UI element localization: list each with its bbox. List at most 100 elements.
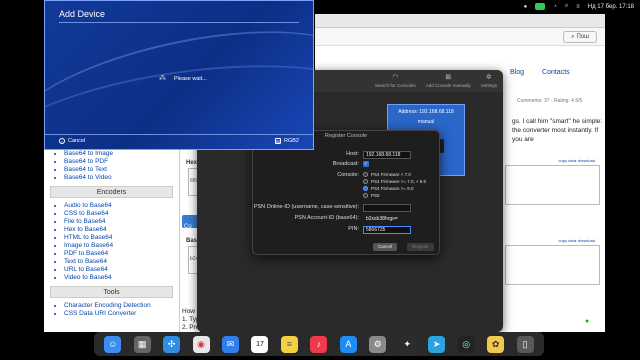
desktop: ● ◔ ⌕ ≡ Нд 17 бер. 17:18 ⌕ Пoш Blog Cont… [0, 0, 640, 360]
psn-account-label: PSN Account-ID (base64): [294, 215, 359, 221]
trash-icon[interactable]: ▯ [516, 335, 534, 353]
circle-button-icon: ○ [59, 138, 65, 144]
cancel-action[interactable]: ○ Cancel [59, 138, 85, 144]
firmware-radio-group: PS4 Firmware < 7.0 PS4 Firmware >= 7.0, … [363, 172, 426, 198]
register-button[interactable]: Register [407, 243, 434, 251]
sidebar-link[interactable]: Character Encoding Detection [64, 302, 179, 310]
settings-button[interactable]: ✲ Settings [481, 73, 497, 88]
psn-account-input[interactable]: b2xsb38hrgo= [363, 215, 411, 223]
sidebar-link[interactable]: Base64 to Text [64, 166, 179, 174]
tools-heading: Tools [50, 286, 173, 298]
psn-online-input[interactable] [363, 204, 411, 212]
sidebar-link[interactable]: Video to Base64 [64, 274, 179, 282]
decoders-list: Base64 to Image Base64 to PDF Base64 to … [44, 150, 179, 182]
firmware-option[interactable]: PS5 [363, 193, 426, 198]
sidebar-link[interactable]: Hex to Base64 [64, 226, 179, 234]
add-device-window: Add Device ⁂ Please wait... ○ Cancel ▤ R… [44, 0, 314, 150]
search-button-label: Пoш [576, 34, 589, 40]
telegram-icon[interactable]: ➤ [428, 335, 446, 353]
launchpad-icon[interactable]: ▦ [133, 335, 151, 353]
console-mode: manual [417, 119, 435, 125]
sidebar-link[interactable]: Image to Base64 [64, 242, 179, 250]
hex-field-value: 6f6 [190, 178, 197, 184]
psn-online-label: PSN Online-ID (username, case-sensitive)… [253, 204, 359, 210]
dock: ☺ ▦ ✣ ◉ ✉ 17 ≡ ♪ A ⚙ ✦ ➤ ◎ ✿ ▯ [94, 332, 544, 356]
nav-contacts[interactable]: Contacts [542, 69, 570, 76]
music-icon[interactable]: ♪ [310, 335, 328, 353]
safari-icon[interactable]: ✣ [163, 335, 181, 353]
tool-label: Add Console manually [425, 83, 471, 88]
calendar-icon[interactable]: 17 [251, 335, 269, 353]
top-nav: Blog Contacts [510, 69, 570, 76]
dialog-buttons: Cancel Register [373, 243, 434, 251]
close-icon: ⊠ [445, 74, 452, 81]
base64-textarea[interactable]: copy clear download [505, 238, 600, 285]
photos-icon[interactable]: ✿ [487, 335, 505, 353]
sidebar-link[interactable]: CSS to Base64 [64, 210, 179, 218]
tab-bar [315, 14, 605, 28]
broadcast-label: Broadcast: [332, 161, 359, 167]
remote-toolbar-actions: ◠ Search for Consoles ⊠ Add Console manu… [375, 73, 497, 88]
remote-play-icon[interactable]: ✦ [398, 335, 416, 353]
notes-icon[interactable]: ≡ [280, 335, 298, 353]
firmware-option[interactable]: PS4 Firmware >= 7.0, < 8.0 [363, 179, 426, 184]
tool-label: Search for Consoles [374, 83, 416, 88]
finder-icon[interactable]: ☺ [104, 335, 122, 353]
hex-textarea[interactable]: copy clear download [505, 158, 600, 205]
textarea-tools[interactable]: copy clear download [559, 158, 595, 163]
add-device-title: Add Device [59, 9, 106, 19]
convert-button-label: Co [184, 224, 192, 230]
sidebar-link[interactable]: Base64 to Video [64, 174, 179, 182]
divider [45, 134, 313, 135]
settings-icon[interactable]: ⚙ [369, 335, 387, 353]
firmware-option-selected[interactable]: PS4 Firmware >= 8.0 [363, 186, 426, 191]
mail-icon[interactable]: ✉ [222, 335, 240, 353]
calendar-date: 17 [256, 340, 264, 348]
sidebar-link[interactable]: File to Base64 [64, 218, 179, 226]
sidebar-link[interactable]: HTML to Base64 [64, 234, 179, 242]
options-icon: ▤ [275, 138, 282, 144]
hex-label: Hex [186, 160, 198, 166]
wifi-icon[interactable]: ◔ [553, 4, 557, 10]
sidebar-link[interactable]: Base64 to PDF [64, 158, 179, 166]
appstore-icon[interactable]: A [339, 335, 357, 353]
pin-label: PIN: [348, 226, 359, 232]
comments-rating: Comments: 37 · Rating: 4.5/5 [517, 98, 583, 104]
cancel-button[interactable]: Cancel [373, 243, 398, 251]
nav-blog[interactable]: Blog [510, 69, 524, 76]
host-input[interactable]: 192.168.68.118 [363, 151, 411, 159]
sidebar-link[interactable]: CSS Data URI Converter [64, 310, 179, 318]
console-address: Address: 192.168.68.118 [398, 109, 454, 115]
sidebar-link[interactable]: URL to Base64 [64, 266, 179, 274]
options-action[interactable]: ▤ RGB2 [275, 138, 299, 144]
record-icon[interactable]: ● [524, 4, 528, 10]
tools-list: Character Encoding Detection CSS Data UR… [44, 302, 179, 318]
encoders-heading: Encoders [50, 186, 173, 198]
search-consoles-button[interactable]: ◠ Search for Consoles [375, 73, 416, 88]
wifi-icon: ◠ [392, 74, 399, 81]
console-label: Console: [337, 172, 359, 178]
options-action-label: RGB2 [284, 138, 299, 144]
sidebar-link[interactable]: Text to Base64 [64, 258, 179, 266]
textarea-tools[interactable]: copy clear download [559, 238, 595, 243]
please-wait-text: Please wait... [174, 76, 207, 82]
broadcast-checkbox[interactable]: ✓ [363, 161, 369, 167]
address-bar[interactable]: ⌕ Пoш [315, 28, 605, 46]
search-button[interactable]: ⌕ Пoш [563, 31, 597, 43]
sidebar-link[interactable]: Base64 to Image [64, 150, 179, 158]
encoders-list: Audio to Base64 CSS to Base64 File to Ba… [44, 202, 179, 282]
intro-text: gs. I call him "smart" he simple: the co… [512, 118, 603, 143]
pin-input[interactable]: 5806735 [363, 226, 411, 234]
clock[interactable]: Нд 17 бер. 17:18 [588, 4, 634, 10]
sidebar-link[interactable]: Audio to Base64 [64, 202, 179, 210]
sidebar-link[interactable]: PDF to Base64 [64, 250, 179, 258]
app-icon[interactable]: ◎ [457, 335, 475, 353]
status-tray: ● ◔ ⌕ ≡ Нд 17 бер. 17:18 [524, 3, 634, 10]
firmware-option[interactable]: PS4 Firmware < 7.0 [363, 172, 426, 177]
tool-label: Settings [480, 83, 497, 88]
add-console-button[interactable]: ⊠ Add Console manually [426, 73, 471, 88]
facetime-icon[interactable] [535, 3, 546, 10]
chrome-icon[interactable]: ◉ [192, 335, 210, 353]
control-center-icon[interactable]: ≡ [576, 4, 580, 10]
search-icon[interactable]: ⌕ [565, 3, 568, 10]
